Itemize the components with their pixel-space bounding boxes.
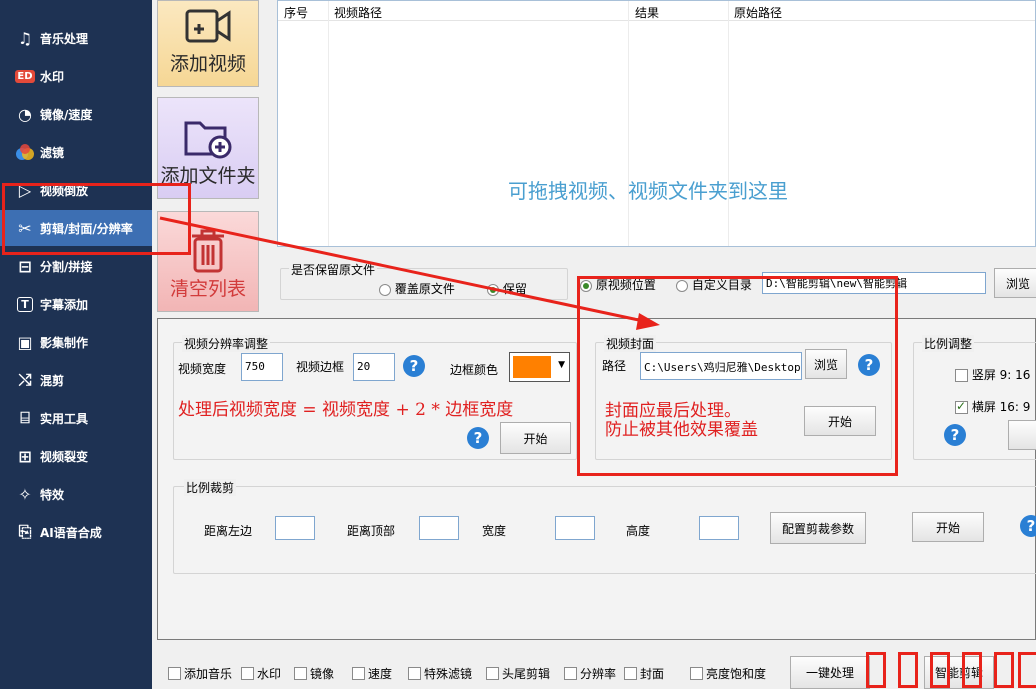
annotation-square <box>1018 652 1036 688</box>
annotation-square <box>898 652 918 688</box>
annotation-square <box>930 652 950 688</box>
annotation-square <box>962 652 982 688</box>
annotation-square <box>866 652 886 688</box>
annotation-square <box>994 652 1014 688</box>
annotation-arrow <box>159 216 660 330</box>
